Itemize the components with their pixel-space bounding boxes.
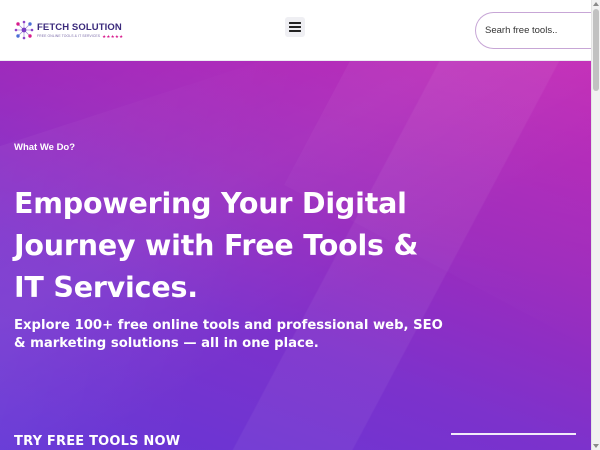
hero-eyebrow: What We Do? xyxy=(14,142,76,153)
hero-headline: Empowering Your Digital Journey with Fre… xyxy=(14,187,419,304)
page-scrollbar[interactable] xyxy=(591,0,600,450)
network-nodes-icon xyxy=(14,20,34,40)
logo-tagline-row: FREE ONLINE TOOLS & IT SERVICES ★★★★★ xyxy=(37,34,123,39)
search-box[interactable] xyxy=(475,12,600,49)
scroll-down-arrow-icon[interactable] xyxy=(593,444,599,448)
scroll-up-arrow-icon[interactable] xyxy=(593,2,599,6)
logo-name: FETCH SOLUTION xyxy=(37,21,122,33)
logo-tagline: FREE ONLINE TOOLS & IT SERVICES xyxy=(37,33,101,38)
decorative-divider xyxy=(451,433,576,435)
search-input[interactable] xyxy=(485,13,595,48)
menu-toggle-button[interactable] xyxy=(285,17,305,37)
site-logo[interactable]: FETCH SOLUTION FREE ONLINE TOOLS & IT SE… xyxy=(14,20,123,40)
hero-subhead: Explore 100+ free online tools and profe… xyxy=(14,318,443,351)
try-free-tools-button[interactable]: TRY FREE TOOLS NOW xyxy=(14,434,180,449)
rating-stars: ★★★★★ xyxy=(102,33,124,39)
logo-text: FETCH SOLUTION FREE ONLINE TOOLS & IT SE… xyxy=(37,22,123,39)
site-header: FETCH SOLUTION FREE ONLINE TOOLS & IT SE… xyxy=(0,0,600,61)
hamburger-icon xyxy=(289,22,301,32)
scrollbar-thumb[interactable] xyxy=(593,9,599,91)
hero-section: What We Do? Empowering Your Digital Jour… xyxy=(0,61,591,450)
